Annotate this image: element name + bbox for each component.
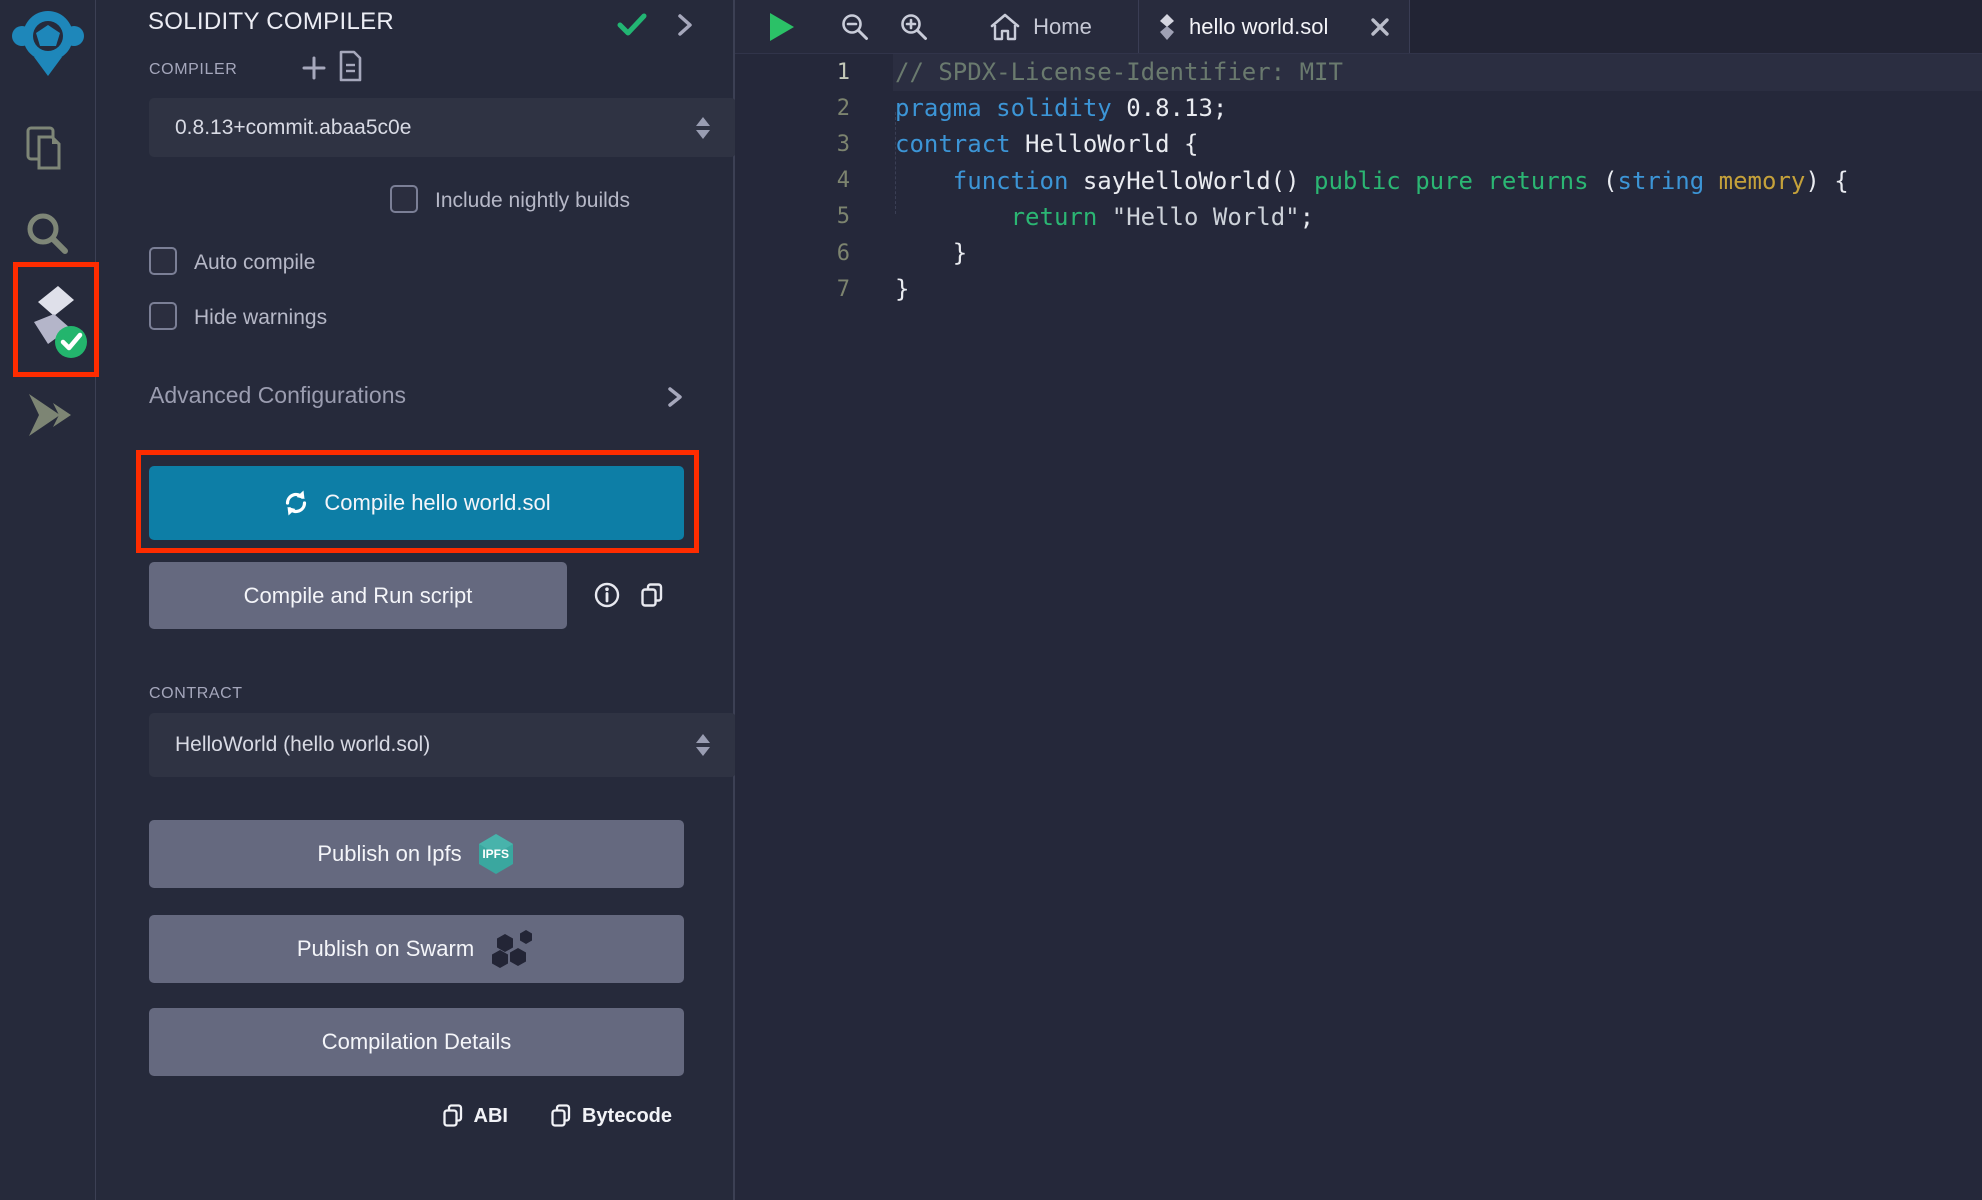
line-number: 2 — [735, 96, 850, 121]
line-number: 6 — [735, 241, 850, 266]
code-line[interactable]: 6 } — [735, 235, 1982, 271]
remix-ide-window: SOLIDITY COMPILER COMPILER — [0, 0, 1982, 1200]
code-line[interactable]: 7} — [735, 271, 1982, 307]
sidebar-item-file-explorer[interactable] — [24, 124, 70, 172]
include-nightly-label: Include nightly builds — [435, 189, 630, 213]
ipfs-badge-text: IPFS — [476, 847, 516, 861]
line-number: 3 — [735, 132, 850, 157]
line-number: 5 — [735, 204, 850, 229]
sidebar-item-search[interactable] — [24, 210, 70, 258]
code-line[interactable]: 2pragma solidity 0.8.13; — [735, 90, 1982, 126]
advanced-config-chevron-right-icon[interactable] — [667, 386, 683, 408]
line-number: 4 — [735, 168, 850, 193]
compilation-details-label: Compilation Details — [322, 1029, 512, 1055]
remix-logo-icon — [11, 5, 85, 79]
sidebar-item-solidity-compiler[interactable] — [24, 282, 88, 362]
zoom-out-icon — [841, 13, 869, 41]
compiler-section-label: COMPILER — [149, 61, 237, 79]
advanced-configurations-label: Advanced Configurations — [149, 382, 406, 408]
copy-script-icon[interactable] — [640, 582, 664, 608]
code-text: } — [850, 275, 909, 303]
line-number: 1 — [735, 60, 850, 85]
compiler-version-select[interactable]: 0.8.13+commit.abaa5c0e — [149, 98, 736, 157]
panel-expand-chevron-right-icon[interactable] — [677, 13, 693, 37]
tab-home-label: Home — [1033, 14, 1092, 40]
editor-area: Home hello world.sol 1// SPDX-License-Id… — [735, 0, 1982, 1200]
solidity-file-icon — [1157, 12, 1177, 42]
contract-select-value: HelloWorld (hello world.sol) — [175, 733, 430, 757]
compile-success-check-icon — [617, 13, 647, 37]
auto-compile-checkbox[interactable] — [149, 247, 177, 275]
file-explorer-icon — [24, 124, 70, 172]
code-line[interactable]: 4 function sayHelloWorld() public pure r… — [735, 163, 1982, 199]
page-title: SOLIDITY COMPILER — [148, 8, 394, 36]
copy-abi-button[interactable]: ABI — [442, 1103, 508, 1129]
compile-and-run-button[interactable]: Compile and Run script — [149, 562, 567, 629]
compiler-version-value: 0.8.13+commit.abaa5c0e — [175, 116, 411, 140]
swarm-icon — [488, 928, 536, 970]
refresh-icon — [282, 489, 310, 517]
copy-icon — [550, 1103, 572, 1129]
add-compiler-plus-icon[interactable] — [301, 55, 327, 81]
copy-icon — [442, 1103, 464, 1129]
close-icon[interactable] — [1369, 16, 1391, 38]
abi-label: ABI — [474, 1105, 508, 1128]
compile-button[interactable]: Compile hello world.sol — [149, 466, 684, 540]
code-text: } — [850, 239, 967, 267]
bytecode-label: Bytecode — [582, 1105, 672, 1128]
deploy-run-icon — [24, 390, 72, 440]
open-compiler-file-icon[interactable] — [337, 50, 363, 82]
publish-ipfs-button[interactable]: Publish on Ipfs IPFS — [149, 820, 684, 888]
include-nightly-checkbox[interactable] — [390, 185, 418, 213]
info-icon[interactable] — [594, 581, 620, 609]
zoom-in-button[interactable] — [900, 13, 928, 41]
code-text: return "Hello World"; — [850, 203, 1314, 231]
icon-rail — [0, 0, 96, 1200]
contract-section-label: CONTRACT — [149, 685, 243, 703]
contract-select[interactable]: HelloWorld (hello world.sol) — [149, 713, 736, 777]
select-arrows-icon — [696, 734, 710, 756]
solidity-compiler-icon — [24, 282, 88, 362]
tab-hello-world-sol[interactable]: hello world.sol — [1138, 0, 1410, 53]
zoom-out-button[interactable] — [841, 13, 869, 41]
code-line[interactable]: 1// SPDX-License-Identifier: MIT — [735, 54, 1982, 90]
tab-home[interactable]: Home — [943, 0, 1138, 53]
hide-warnings-label: Hide warnings — [194, 306, 327, 330]
remix-logo[interactable] — [11, 5, 85, 79]
code-view[interactable]: 1// SPDX-License-Identifier: MIT2pragma … — [735, 54, 1982, 307]
code-text: function sayHelloWorld() public pure ret… — [850, 167, 1849, 195]
compile-button-label: Compile hello world.sol — [324, 490, 550, 516]
select-arrows-icon — [696, 117, 710, 139]
code-text: // SPDX-License-Identifier: MIT — [850, 58, 1343, 86]
editor-tab-bar: Home hello world.sol — [735, 0, 1982, 54]
publish-ipfs-label: Publish on Ipfs — [317, 841, 461, 867]
publish-swarm-label: Publish on Swarm — [297, 936, 474, 962]
ipfs-badge-icon: IPFS — [476, 832, 516, 876]
code-text: contract HelloWorld { — [850, 130, 1198, 158]
line-number: 7 — [735, 277, 850, 302]
code-line[interactable]: 3contract HelloWorld { — [735, 126, 1982, 162]
home-icon — [989, 12, 1021, 42]
auto-compile-label: Auto compile — [194, 251, 315, 275]
copy-bytecode-button[interactable]: Bytecode — [550, 1103, 672, 1129]
code-line[interactable]: 5 return "Hello World"; — [735, 199, 1982, 235]
compilation-details-button[interactable]: Compilation Details — [149, 1008, 684, 1076]
publish-swarm-button[interactable]: Publish on Swarm — [149, 915, 684, 983]
hide-warnings-checkbox[interactable] — [149, 302, 177, 330]
sidebar-item-deploy-run[interactable] — [24, 390, 72, 440]
play-icon — [768, 12, 796, 42]
solidity-compiler-panel: SOLIDITY COMPILER COMPILER — [96, 0, 735, 1200]
run-script-play-button[interactable] — [768, 12, 796, 42]
tab-active-label: hello world.sol — [1189, 14, 1357, 40]
zoom-in-icon — [900, 13, 928, 41]
advanced-configurations-toggle[interactable]: Advanced Configurations — [149, 382, 406, 409]
code-text: pragma solidity 0.8.13; — [850, 94, 1227, 122]
compile-and-run-label: Compile and Run script — [244, 583, 473, 609]
search-icon — [24, 210, 70, 258]
